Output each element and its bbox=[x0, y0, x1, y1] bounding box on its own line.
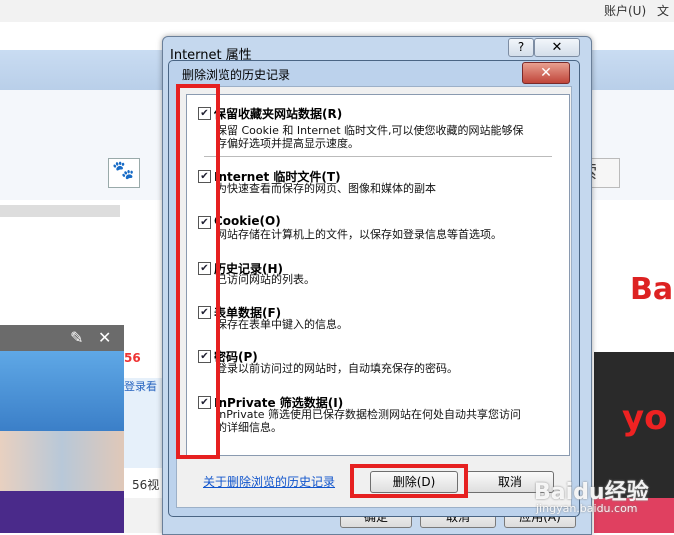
option-desc: 已访问网站的列表。 bbox=[216, 273, 315, 286]
file-link[interactable]: 文 bbox=[657, 2, 669, 19]
watermark-url: jingyan.baidu.com bbox=[536, 502, 638, 515]
about-delete-history-link[interactable]: 关于删除浏览的历史记录 bbox=[203, 473, 335, 490]
left-bottom-banner[interactable] bbox=[0, 491, 124, 533]
divider bbox=[204, 156, 552, 157]
right-banner-logo: yo bbox=[622, 398, 668, 438]
left-panel-toolbar: ✎ ✕ bbox=[0, 325, 124, 351]
paw-logo-icon: 🐾 bbox=[112, 160, 135, 181]
option-desc: 保留 Cookie 和 Internet 临时文件,可以使您收藏的网站能够保 bbox=[216, 124, 524, 137]
option-title-preserve-favorites: 保留收藏夹网站数据(R) bbox=[214, 107, 343, 121]
browser-top-bar: 账户(U) 文 bbox=[0, 0, 674, 22]
video-56-label: 56视 bbox=[132, 478, 160, 492]
edit-icon[interactable]: ✎ bbox=[70, 328, 83, 347]
option-desc: 登录以前访问过的网站时，自动填充保存的密码。 bbox=[216, 362, 458, 375]
option-desc: InPrivate 筛选使用已保存数据检测网站在何处自动共享您访问 bbox=[216, 408, 522, 421]
left-photo-strip[interactable] bbox=[0, 431, 124, 491]
help-button[interactable]: ? bbox=[508, 38, 534, 57]
delete-history-title: 删除浏览的历史记录 bbox=[182, 68, 291, 82]
video-56-badge: 56 bbox=[124, 351, 164, 381]
login-promo[interactable]: 登录看 bbox=[124, 378, 164, 468]
thumbnail-strip bbox=[0, 205, 120, 217]
baidu-logo: Ba bbox=[630, 272, 674, 307]
option-desc: 的详细信息。 bbox=[216, 421, 282, 434]
login-promo-text: 登录看 bbox=[124, 380, 157, 393]
close-icon[interactable]: ✕ bbox=[98, 328, 111, 347]
account-link[interactable]: 账户(U) bbox=[604, 2, 646, 19]
option-desc: 为快速查看而保存的网页、图像和媒体的副本 bbox=[216, 182, 436, 195]
option-desc: 存偏好选项并提高显示速度。 bbox=[216, 137, 359, 150]
option-desc: 保存在表单中键入的信息。 bbox=[216, 318, 348, 331]
outer-close-button[interactable]: ✕ bbox=[534, 38, 580, 57]
left-banner-image[interactable] bbox=[0, 351, 124, 431]
option-desc: 网站存储在计算机上的文件，以保存如登录信息等首选项。 bbox=[216, 228, 502, 241]
option-title-cookies: Cookie(O) bbox=[214, 214, 281, 228]
mid-bottom-panel bbox=[124, 498, 164, 533]
delete-dialog-close-button[interactable]: ✕ bbox=[522, 62, 570, 84]
delete-button-highlight-box bbox=[350, 464, 468, 498]
checkbox-highlight-box bbox=[176, 84, 220, 459]
